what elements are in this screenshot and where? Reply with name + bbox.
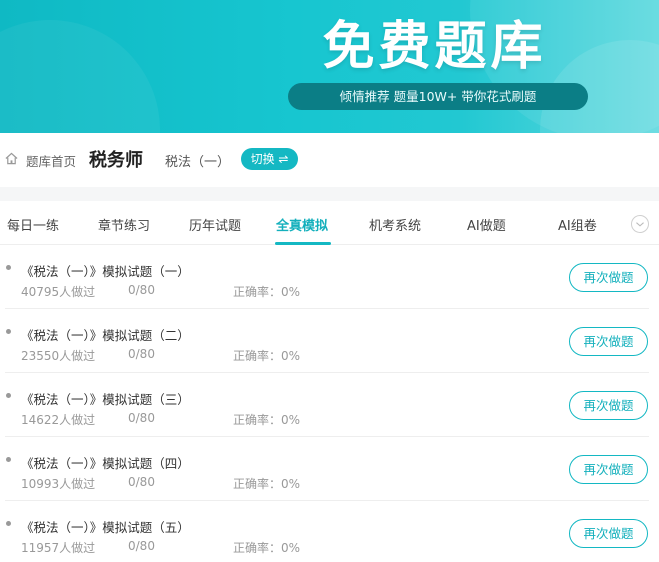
- list-item: 《税法（一）》模拟试题（三） 14622人做过 0/80 正确率：0% 再次做题: [0, 373, 659, 437]
- paper-accuracy: 正确率：0%: [233, 349, 301, 363]
- tab-daily-practice[interactable]: 每日一练: [7, 215, 59, 234]
- tab-bar: 每日一练 章节练习 历年试题 全真模拟 机考系统 AI做题 AI组卷: [0, 201, 659, 245]
- chevron-down-icon[interactable]: [631, 215, 649, 233]
- breadcrumb-home-link[interactable]: 题库首页: [26, 151, 76, 170]
- list-item: 《税法（一）》模拟试题（一） 40795人做过 0/80 正确率：0% 再次做题: [0, 245, 659, 309]
- list-item: 《税法（一）》模拟试题（四） 10993人做过 0/80 正确率：0% 再次做题: [0, 437, 659, 501]
- tab-mock-exam[interactable]: 全真模拟: [276, 215, 328, 234]
- banner-title: 免费题库: [322, 17, 547, 77]
- tab-computer-exam[interactable]: 机考系统: [369, 215, 421, 234]
- paper-title[interactable]: 《税法（一）》模拟试题（四）: [21, 453, 190, 472]
- hero-banner: 免费题库 倾情推荐 题量10W+ 带你花式刷题: [0, 0, 659, 133]
- section-divider: [0, 187, 659, 201]
- breadcrumb: 题库首页 税务师 税法（一） 切换 ⇌: [0, 133, 659, 187]
- redo-button[interactable]: 再次做题: [569, 455, 648, 484]
- paper-progress: 0/80: [128, 283, 155, 297]
- paper-progress: 0/80: [128, 539, 155, 553]
- home-icon[interactable]: [5, 152, 18, 165]
- redo-button[interactable]: 再次做题: [569, 391, 648, 420]
- redo-button[interactable]: 再次做题: [569, 327, 648, 356]
- bullet-icon: [6, 329, 11, 334]
- paper-title[interactable]: 《税法（一）》模拟试题（一）: [21, 261, 190, 280]
- switch-subject-button[interactable]: 切换 ⇌: [241, 148, 298, 170]
- tab-ai-paper[interactable]: AI组卷: [558, 215, 597, 234]
- bullet-icon: [6, 265, 11, 270]
- paper-accuracy: 正确率：0%: [233, 477, 301, 491]
- paper-accuracy: 正确率：0%: [233, 541, 301, 555]
- paper-progress: 0/80: [128, 411, 155, 425]
- tab-past-exams[interactable]: 历年试题: [189, 215, 241, 234]
- paper-title[interactable]: 《税法（一）》模拟试题（二）: [21, 325, 190, 344]
- paper-title[interactable]: 《税法（一）》模拟试题（五）: [21, 517, 190, 536]
- paper-attempt-count: 40795人做过: [21, 285, 96, 299]
- paper-progress: 0/80: [128, 347, 155, 361]
- paper-attempt-count: 10993人做过: [21, 477, 96, 491]
- paper-accuracy: 正确率：0%: [233, 413, 301, 427]
- paper-progress: 0/80: [128, 475, 155, 489]
- redo-button[interactable]: 再次做题: [569, 519, 648, 548]
- tab-chapter-practice[interactable]: 章节练习: [98, 215, 150, 234]
- bullet-icon: [6, 393, 11, 398]
- redo-button[interactable]: 再次做题: [569, 263, 648, 292]
- list-item: 《税法（一）》模拟试题（五） 11957人做过 0/80 正确率：0% 再次做题: [0, 501, 659, 562]
- paper-title[interactable]: 《税法（一）》模拟试题（三）: [21, 389, 190, 408]
- tab-ai-practice[interactable]: AI做题: [467, 215, 506, 234]
- exam-title: 税务师: [89, 150, 143, 171]
- subject-name: 税法（一）: [165, 155, 231, 170]
- paper-attempt-count: 14622人做过: [21, 413, 96, 427]
- banner-subtitle: 倾情推荐 题量10W+ 带你花式刷题: [288, 83, 588, 110]
- list-item: 《税法（一）》模拟试题（二） 23550人做过 0/80 正确率：0% 再次做题: [0, 309, 659, 373]
- paper-attempt-count: 11957人做过: [21, 541, 96, 555]
- paper-accuracy: 正确率：0%: [233, 285, 301, 299]
- paper-attempt-count: 23550人做过: [21, 349, 96, 363]
- bullet-icon: [6, 457, 11, 462]
- bullet-icon: [6, 521, 11, 526]
